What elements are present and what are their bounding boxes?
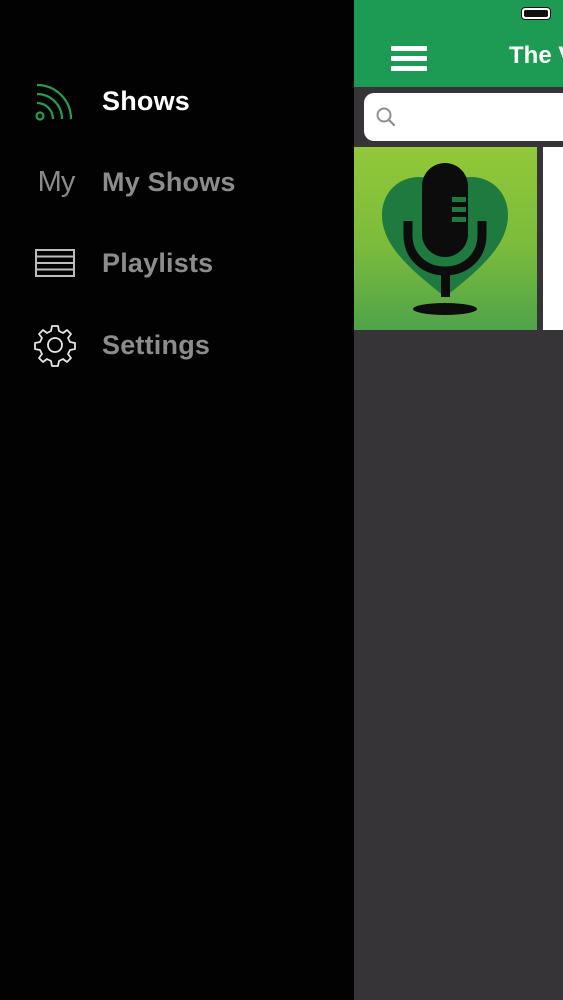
- menu-item-label: Settings: [102, 329, 211, 360]
- menu-item-label: Shows: [102, 85, 191, 116]
- battery-icon: [521, 7, 551, 20]
- show-tile-podcast[interactable]: [354, 147, 537, 330]
- microphone-artwork-icon: [382, 163, 508, 315]
- menu-item-settings[interactable]: Settings: [0, 310, 354, 380]
- search-bar[interactable]: [364, 93, 563, 141]
- menu-item-shows[interactable]: Shows: [0, 66, 354, 136]
- menu-item-my-shows[interactable]: My My Shows: [0, 147, 354, 217]
- app-header: The V: [354, 0, 563, 87]
- main-content-panel: The V: [354, 0, 563, 1000]
- hamburger-menu-icon[interactable]: [391, 46, 427, 72]
- my-text-icon: My: [33, 160, 77, 204]
- search-icon: [376, 107, 396, 127]
- my-icon-text: My: [37, 165, 76, 198]
- list-icon: [33, 241, 77, 285]
- search-input[interactable]: [404, 101, 558, 133]
- rss-feed-icon: [33, 79, 77, 123]
- menu-item-label: Playlists: [102, 247, 214, 278]
- show-tile-blank[interactable]: [543, 147, 563, 330]
- side-menu-drawer: Shows My My Shows Playlists Settings: [0, 0, 354, 1000]
- menu-item-label: My Shows: [102, 166, 236, 197]
- page-title: The V: [509, 42, 563, 69]
- gear-icon: [33, 323, 77, 367]
- menu-item-playlists[interactable]: Playlists: [0, 228, 354, 298]
